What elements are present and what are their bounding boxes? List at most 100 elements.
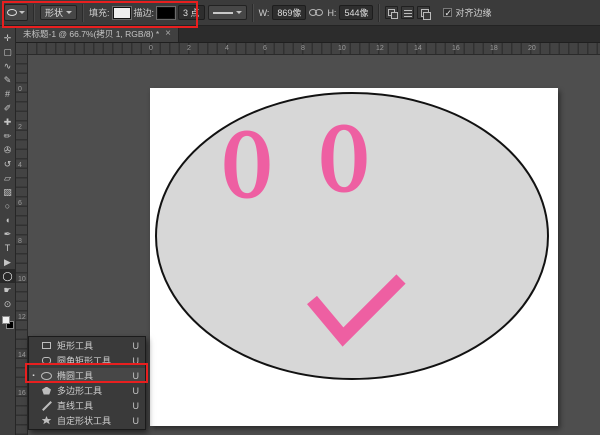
- menu-item-ellipse-tool[interactable]: ▪ 椭圆工具 U: [29, 368, 145, 383]
- ruler-mark: 10: [338, 45, 346, 52]
- stroke-style-line-icon: [213, 12, 233, 14]
- clone-stamp-tool[interactable]: ✇: [0, 143, 15, 157]
- type-tool-icon: T: [5, 243, 11, 253]
- brush-tool[interactable]: ✏: [0, 129, 15, 143]
- stroke-label: 描边:: [134, 6, 155, 19]
- menu-item-rectangle-tool[interactable]: 矩形工具 U: [29, 338, 145, 353]
- polygon-icon: [40, 387, 53, 395]
- blur-tool[interactable]: ○: [0, 199, 15, 213]
- stroke-width-field[interactable]: 3 点: [178, 5, 205, 20]
- ruler-mark: 8: [18, 238, 22, 245]
- chevron-down-icon: [19, 11, 25, 14]
- move-tool-icon: ✛: [4, 33, 12, 43]
- ruler-mark: 0: [18, 86, 22, 93]
- stroke-type-dropdown[interactable]: [208, 5, 247, 20]
- history-brush-tool-icon: ↺: [4, 159, 12, 169]
- zoom-tool-icon: ⊙: [4, 299, 12, 309]
- fill-color-swatch[interactable]: [113, 7, 131, 19]
- pen-tool[interactable]: ✒: [0, 227, 15, 241]
- close-icon[interactable]: ×: [165, 29, 171, 39]
- ruler-mark: 12: [18, 314, 26, 321]
- gradient-tool[interactable]: ▧: [0, 185, 15, 199]
- path-operations-button[interactable]: [385, 6, 398, 19]
- zoom-tool[interactable]: ⊙: [0, 297, 15, 311]
- smiley-drawing: O O: [150, 88, 558, 426]
- crop-tool[interactable]: #: [0, 87, 15, 101]
- align-edges-checkbox[interactable]: ✓: [443, 8, 452, 17]
- left-eye-letter: O: [222, 113, 272, 219]
- right-eye-letter: O: [319, 107, 369, 213]
- align-edges-label: 对齐边缘: [455, 6, 491, 19]
- shape-width-field[interactable]: 869像: [272, 5, 306, 20]
- document-tab[interactable]: 未标题-1 @ 66.7%(拷贝 1, RGB/8) * ×: [16, 26, 179, 42]
- brush-tool-icon: ✏: [4, 131, 12, 141]
- ruler-mark: 16: [452, 45, 460, 52]
- ruler-mark: 6: [263, 45, 267, 52]
- document-tab-title: 未标题-1 @ 66.7%(拷贝 1, RGB/8) *: [23, 28, 159, 40]
- link-dimensions-icon[interactable]: [309, 7, 324, 18]
- lasso-tool[interactable]: ∿: [0, 59, 15, 73]
- rectangle-icon: [40, 342, 53, 349]
- quick-selection-tool-icon: ✎: [4, 75, 12, 85]
- pen-tool-icon: ✒: [4, 229, 12, 239]
- height-label: H:: [327, 8, 336, 18]
- shape-width-value: 869像: [277, 6, 301, 19]
- ruler-mark: 14: [18, 352, 26, 359]
- ellipse-icon: [40, 372, 53, 380]
- document-canvas[interactable]: O O: [150, 88, 558, 426]
- foreground-color-swatch[interactable]: [2, 316, 10, 324]
- separator: [82, 4, 84, 22]
- ruler-mark: 6: [18, 200, 22, 207]
- options-bar: 形状 填充: 描边: 3 点 W: 869像 H: 544像 ✓ 对齐边缘: [0, 0, 600, 26]
- chevron-down-icon: [236, 11, 242, 14]
- tool-mode-dropdown[interactable]: 形状: [40, 5, 77, 20]
- hand-tool[interactable]: ☛: [0, 283, 15, 297]
- document-tab-bar: 未标题-1 @ 66.7%(拷贝 1, RGB/8) * ×: [16, 26, 600, 43]
- stroke-width-value: 3 点: [183, 6, 200, 19]
- separator: [33, 4, 35, 22]
- menu-item-line-tool[interactable]: 直线工具 U: [29, 398, 145, 413]
- ruler-mark: 14: [414, 45, 422, 52]
- gradient-tool-icon: ▧: [3, 187, 12, 197]
- menu-item-custom-shape-tool[interactable]: 自定形状工具 U: [29, 413, 145, 428]
- rounded-rectangle-icon: [40, 357, 53, 364]
- fill-label: 填充:: [89, 6, 110, 19]
- ruler-mark: 4: [225, 45, 229, 52]
- selected-tool-marker: ▪: [31, 373, 36, 379]
- ruler-mark: 10: [18, 276, 26, 283]
- vertical-ruler[interactable]: 0 2 4 6 8 10 12 14 16: [16, 55, 28, 435]
- eraser-tool[interactable]: ▱: [0, 171, 15, 185]
- move-tool[interactable]: ✛: [0, 31, 15, 45]
- history-brush-tool[interactable]: ↺: [0, 157, 15, 171]
- ruler-mark: 8: [301, 45, 305, 52]
- menu-item-polygon-tool[interactable]: 多边形工具 U: [29, 383, 145, 398]
- horizontal-ruler[interactable]: 0 2 4 6 8 10 12 14 16 18 20: [28, 43, 600, 55]
- ellipse-tool-icon: [7, 9, 17, 16]
- stroke-color-swatch[interactable]: [157, 7, 175, 19]
- eyedropper-tool[interactable]: ✐: [0, 101, 15, 115]
- ruler-mark: 12: [376, 45, 384, 52]
- tool-preset-picker[interactable]: [4, 4, 28, 21]
- width-label: W:: [259, 8, 270, 18]
- shape-height-field[interactable]: 544像: [339, 5, 373, 20]
- healing-brush-tool-icon: ✚: [4, 117, 12, 127]
- ruler-mark: 0: [149, 45, 153, 52]
- type-tool[interactable]: T: [0, 241, 15, 255]
- photoshop-window: 形状 填充: 描边: 3 点 W: 869像 H: 544像 ✓ 对齐边缘: [0, 0, 600, 435]
- ruler-mark: 16: [18, 390, 26, 397]
- path-alignment-button[interactable]: [401, 6, 414, 19]
- line-icon: [40, 401, 53, 411]
- align-edges-option: ✓ 对齐边缘: [443, 6, 491, 19]
- ruler-mark: 4: [18, 162, 22, 169]
- healing-brush-tool[interactable]: ✚: [0, 115, 15, 129]
- shape-tool[interactable]: ◯: [0, 269, 15, 283]
- path-selection-tool[interactable]: ▶: [0, 255, 15, 269]
- menu-item-rounded-rectangle-tool[interactable]: 圆角矩形工具 U: [29, 353, 145, 368]
- path-arrangement-button[interactable]: [417, 6, 430, 19]
- eyedropper-tool-icon: ✐: [4, 103, 12, 113]
- ruler-mark: 2: [18, 124, 22, 131]
- clone-stamp-tool-icon: ✇: [4, 145, 12, 155]
- quick-selection-tool[interactable]: ✎: [0, 73, 15, 87]
- dodge-tool[interactable]: ◖: [0, 213, 15, 227]
- marquee-tool[interactable]: ▢: [0, 45, 15, 59]
